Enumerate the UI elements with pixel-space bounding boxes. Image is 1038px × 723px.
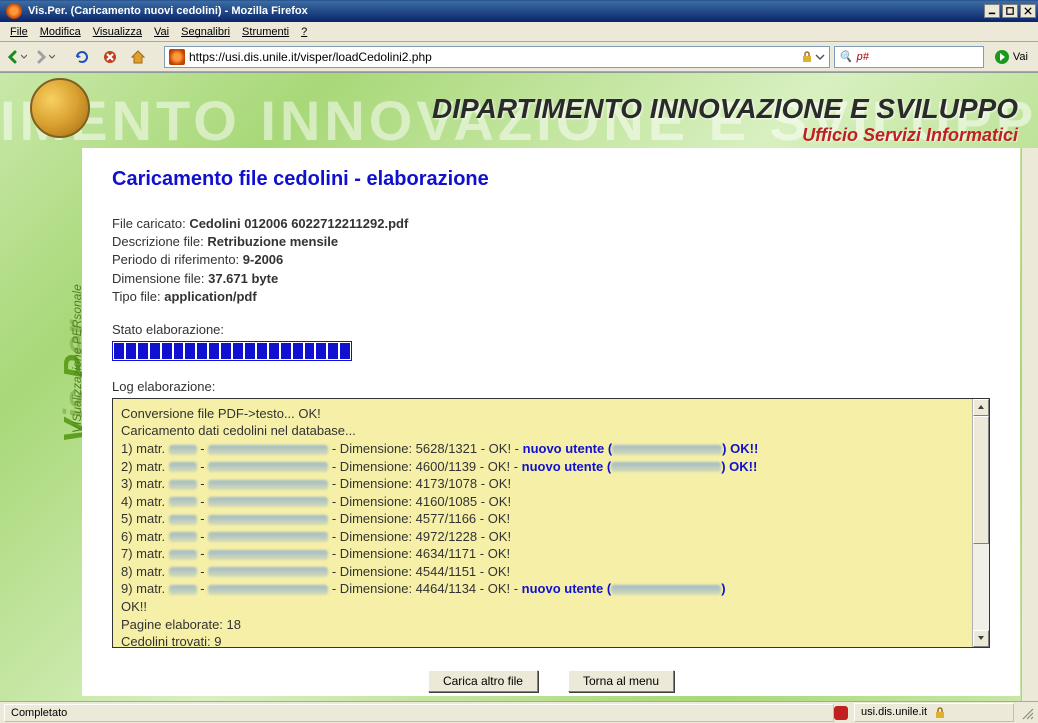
status-text: Completato xyxy=(4,704,834,722)
window-titlebar: Vis.Per. (Caricamento nuovi cedolini) - … xyxy=(0,0,1038,22)
progress-label: Stato elaborazione: xyxy=(112,322,990,337)
file-period: 9-2006 xyxy=(243,252,283,267)
log-scrollbar[interactable] xyxy=(972,399,989,647)
menu-bar: File Modifica Visualizza Vai Segnalibri … xyxy=(0,22,1038,42)
log-line: 9) matr. - - Dimensione: 4464/1134 - OK!… xyxy=(121,580,964,598)
adblock-icon[interactable] xyxy=(834,706,848,720)
back-button[interactable] xyxy=(4,45,28,69)
load-another-button[interactable]: Carica altro file xyxy=(428,670,538,692)
scroll-up-button[interactable] xyxy=(973,399,989,416)
menu-file[interactable]: File xyxy=(4,24,34,40)
log-line: 2) matr. - - Dimensione: 4600/1139 - OK!… xyxy=(121,458,964,476)
log-line: Cedolini trovati: 9 xyxy=(121,633,964,647)
brand-title: DIPARTIMENTO INNOVAZIONE E SVILUPPO xyxy=(432,93,1018,125)
scroll-down-button[interactable] xyxy=(973,630,989,647)
url-bar[interactable]: https://usi.dis.unile.it/visper/loadCedo… xyxy=(164,46,830,68)
menu-vai[interactable]: Vai xyxy=(148,24,175,40)
toolbar: https://usi.dis.unile.it/visper/loadCedo… xyxy=(0,42,1038,72)
main-panel: Caricamento file cedolini - elaborazione… xyxy=(82,148,1020,696)
reload-button[interactable] xyxy=(70,45,94,69)
maximize-button[interactable] xyxy=(1002,4,1018,18)
search-box[interactable]: 🔍 p# xyxy=(834,46,984,68)
go-button[interactable]: Vai xyxy=(988,46,1034,68)
search-placeholder: p# xyxy=(857,51,869,63)
file-info-block: File caricato: Cedolini 012006 602271221… xyxy=(112,215,990,306)
menu-strumenti[interactable]: Strumenti xyxy=(236,24,295,40)
log-line: 3) matr. - - Dimensione: 4173/1078 - OK! xyxy=(121,475,964,493)
search-engine-icon: 🔍 xyxy=(839,50,853,63)
file-type: application/pdf xyxy=(164,289,256,304)
log-line: 4) matr. - - Dimensione: 4160/1085 - OK! xyxy=(121,493,964,511)
status-lock-icon xyxy=(934,707,946,719)
log-line: 8) matr. - - Dimensione: 4544/1151 - OK! xyxy=(121,563,964,581)
menu-segnalibri[interactable]: Segnalibri xyxy=(175,24,236,40)
minimize-button[interactable] xyxy=(984,4,1000,18)
page-scrollbar[interactable] xyxy=(1021,148,1038,701)
log-line: 1) matr. - - Dimensione: 5628/1321 - OK!… xyxy=(121,440,964,458)
resize-grip-icon[interactable] xyxy=(1020,706,1034,720)
content-area: IMENTO INNOVAZIONE E SVILUPPO DIPARTIMEN… xyxy=(0,72,1038,701)
log-box: Conversione file PDF->testo... OK!Carica… xyxy=(112,398,990,648)
site-icon xyxy=(169,49,185,65)
status-bar: Completato usi.dis.unile.it xyxy=(0,701,1038,723)
page-title: Caricamento file cedolini - elaborazione xyxy=(112,168,990,191)
home-button[interactable] xyxy=(126,45,150,69)
log-line: Pagine elaborate: 18 xyxy=(121,616,964,634)
go-label: Vai xyxy=(1013,51,1028,63)
log-line: OK!! xyxy=(121,598,964,616)
log-line: 7) matr. - - Dimensione: 4634/1171 - OK! xyxy=(121,545,964,563)
brand-subtitle: Ufficio Servizi Informatici xyxy=(432,125,1018,146)
menu-modifica[interactable]: Modifica xyxy=(34,24,87,40)
window-title: Vis.Per. (Caricamento nuovi cedolini) - … xyxy=(26,5,984,17)
log-line: Caricamento dati cedolini nel database..… xyxy=(121,422,964,440)
log-line: 6) matr. - - Dimensione: 4972/1228 - OK! xyxy=(121,528,964,546)
status-domain: usi.dis.unile.it xyxy=(854,703,1014,721)
log-label: Log elaborazione: xyxy=(112,379,990,394)
lock-icon xyxy=(801,51,813,63)
progress-bar xyxy=(112,341,352,361)
back-to-menu-button[interactable]: Torna al menu xyxy=(568,670,674,692)
coin-logo xyxy=(30,78,90,138)
menu-visualizza[interactable]: Visualizza xyxy=(87,24,148,40)
menu-help[interactable]: ? xyxy=(295,24,313,40)
file-size: 37.671 byte xyxy=(208,271,278,286)
file-description: Retribuzione mensile xyxy=(207,234,338,249)
stop-button[interactable] xyxy=(98,45,122,69)
close-button[interactable] xyxy=(1020,4,1036,18)
file-name: Cedolini 012006 6022712211292.pdf xyxy=(189,216,408,231)
url-text: https://usi.dis.unile.it/visper/loadCedo… xyxy=(189,50,797,64)
forward-button[interactable] xyxy=(32,45,56,69)
scroll-thumb[interactable] xyxy=(973,416,989,544)
url-dropdown-icon[interactable] xyxy=(815,52,825,62)
firefox-icon xyxy=(6,3,22,19)
log-line: Conversione file PDF->testo... OK! xyxy=(121,405,964,423)
log-line: 5) matr. - - Dimensione: 4577/1166 - OK! xyxy=(121,510,964,528)
